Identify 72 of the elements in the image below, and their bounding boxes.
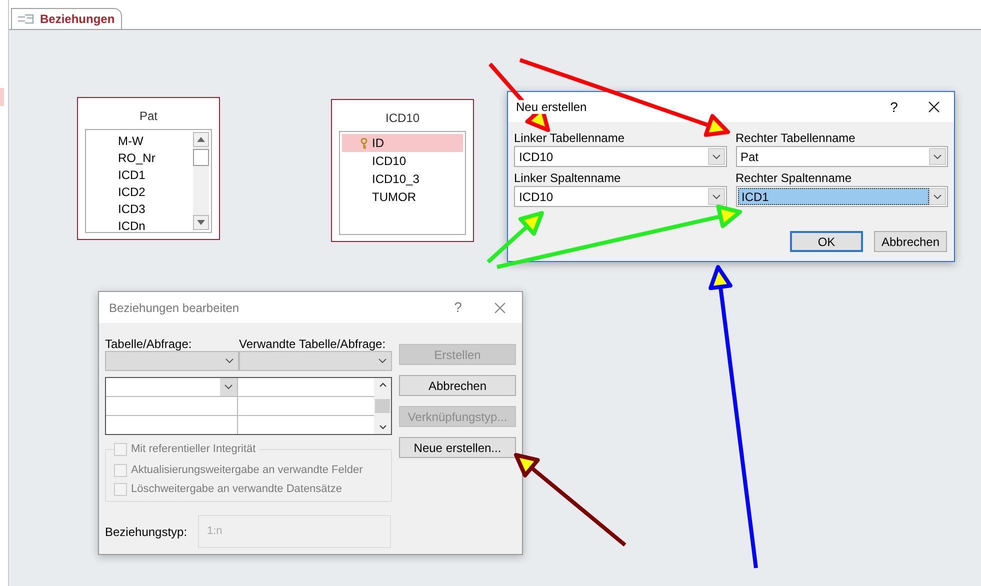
checkbox-label: Aktualisierungsweitergabe an verwandte Felder [131, 463, 363, 478]
field-row[interactable]: M-W [88, 132, 193, 149]
document-tab[interactable]: Beziehungen [11, 8, 122, 29]
combo-value: ICD10 [518, 188, 554, 205]
chevron-down-icon [933, 194, 942, 200]
field-label: Rechter Spaltenname [736, 170, 853, 186]
table-window[interactable]: ICD10 ID ICD10 ICD10_3 TUMOR [331, 99, 474, 242]
field-label: Beziehungstyp: [105, 524, 188, 540]
field-row[interactable]: ICD2 [88, 183, 193, 200]
field-row[interactable]: ICD1 [88, 166, 193, 183]
combo-box[interactable] [105, 351, 239, 371]
scrollbar[interactable] [374, 378, 391, 434]
chevron-down-icon [378, 358, 387, 364]
scrollbar[interactable] [193, 132, 209, 230]
field-row[interactable]: ID [342, 134, 463, 152]
field-name: ICD2 [118, 184, 146, 200]
help-button[interactable]: ? [438, 297, 478, 318]
field-row[interactable]: TUMOR [342, 188, 463, 206]
field-name: RO_Nr [118, 150, 156, 166]
field-grid[interactable] [105, 377, 392, 435]
combo-box[interactable]: Pat [736, 146, 948, 167]
chevron-down-icon [933, 154, 942, 160]
field-row[interactable]: ICD3 [88, 200, 193, 217]
key-icon [360, 138, 368, 148]
close-icon[interactable] [928, 101, 940, 113]
field-row[interactable]: ICD10_3 [342, 170, 463, 188]
relation-type-field: 1:n [198, 515, 391, 548]
chevron-down-icon [224, 384, 233, 390]
field-name: ICD10 [372, 153, 406, 170]
scroll-down-icon [197, 220, 205, 225]
field-label: Verwandte Tabelle/Abfrage: [239, 336, 386, 351]
combo-value: ICD10 [518, 148, 554, 165]
checkbox-label: Mit referentieller Integrität [131, 442, 256, 458]
field-name: M-W [118, 132, 144, 150]
field-label: Linker Spaltenname [514, 170, 622, 186]
dialog-button[interactable]: OK [790, 231, 863, 252]
table-window[interactable]: Pat M-W RO_Nr ICD1 ICD2 ICD3 ICDn [77, 97, 220, 240]
field-row[interactable]: RO_Nr [88, 149, 193, 166]
field-label: Tabelle/Abfrage: [105, 336, 193, 351]
scroll-thumb[interactable] [193, 149, 209, 166]
checkbox-label: Löschweitergabe an verwandte Datensätze [131, 482, 342, 498]
field-row[interactable]: ICDn [88, 217, 193, 232]
field-row[interactable]: ICD10 [342, 152, 463, 170]
dialog-button[interactable]: Abbrechen [399, 375, 516, 396]
field-name: ICDn [118, 218, 146, 232]
combo-value: ICD1 [738, 188, 929, 205]
dialog-button[interactable]: Abbrechen [874, 231, 947, 252]
chevron-down-icon [712, 154, 720, 160]
field-name: ICD1 [118, 166, 146, 184]
scroll-up-icon [197, 137, 205, 142]
chevron-down-icon [712, 194, 720, 200]
combo-box[interactable]: ICD1 [736, 186, 948, 207]
dialog-button[interactable]: Neue erstellen... [399, 437, 516, 458]
dialog-title: Beziehungen bearbeiten [109, 300, 240, 316]
relationships-icon [18, 13, 34, 25]
dialog-title: Neu erstellen [516, 100, 587, 114]
chevron-down-icon [225, 358, 234, 364]
combo-value: Pat [740, 148, 760, 165]
combo-box[interactable]: ICD10 [514, 146, 726, 167]
field-name: TUMOR [372, 189, 416, 206]
field-name: ICD3 [118, 200, 146, 218]
field-label: Linker Tabellenname [514, 130, 626, 146]
help-button[interactable]: ? [874, 96, 914, 118]
field-name: ICD10_3 [372, 171, 420, 188]
table-title: ICD10 [385, 110, 420, 127]
field-name: ID [372, 135, 384, 152]
scroll-down-icon [378, 425, 386, 430]
scroll-up-icon [378, 382, 386, 387]
table-title: Pat [139, 108, 158, 125]
combo-box[interactable] [239, 351, 392, 371]
field-label: Rechter Tabellenname [736, 130, 856, 146]
combo-box[interactable]: ICD10 [514, 186, 726, 207]
